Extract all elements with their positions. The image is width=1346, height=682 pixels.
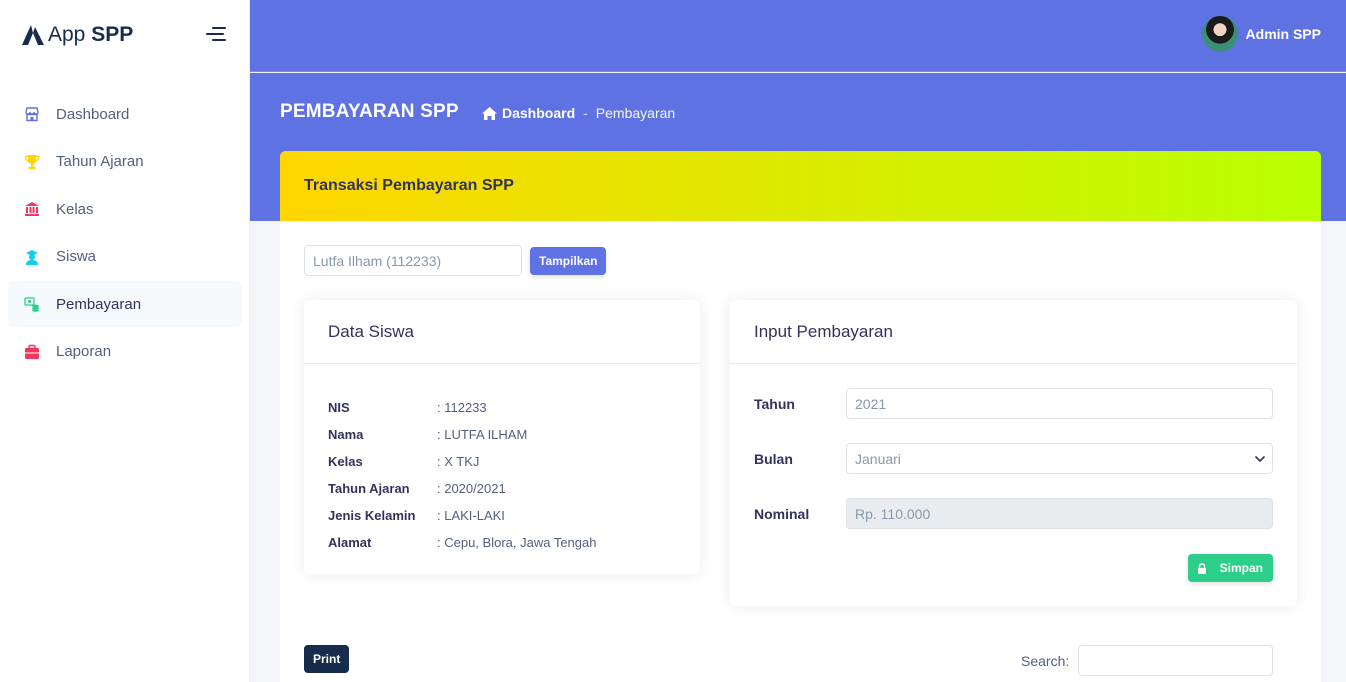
info-value: : Cepu, Blora, Jawa Tengah	[437, 535, 597, 550]
money-coins-icon	[23, 296, 40, 313]
student-data-panel: Data Siswa NIS : 112233 Nama : LUTFA ILHAM…	[304, 300, 700, 574]
student-search: Tampilkan	[304, 245, 607, 276]
info-row: NIS : 112233	[328, 394, 676, 421]
table-search-input[interactable]	[1078, 645, 1273, 676]
tahun-field[interactable]: 2021	[846, 388, 1273, 419]
save-button-label: Simpan	[1219, 561, 1263, 575]
breadcrumb: Dashboard - Pembayaran	[482, 105, 675, 121]
info-row: Nama : LUTFA ILHAM	[328, 421, 676, 448]
breadcrumb-current: Pembayaran	[595, 105, 676, 121]
info-row: Alamat : Cepu, Blora, Jawa Tengah	[328, 529, 676, 556]
save-button[interactable]: Simpan	[1187, 554, 1273, 582]
sidebar-item-dashboard[interactable]: Dashboard	[8, 91, 242, 137]
info-value: : LUTFA ILHAM	[437, 427, 528, 442]
trophy-icon	[23, 153, 40, 170]
breadcrumb-separator: -	[583, 105, 588, 121]
user-menu[interactable]: Admin SPP	[1201, 16, 1321, 52]
user-name: Admin SPP	[1245, 26, 1321, 42]
student-info-table: NIS : 112233 Nama : LUTFA ILHAM Kelas : X T…	[304, 364, 700, 556]
avatar	[1201, 16, 1238, 52]
info-key: Kelas	[328, 454, 363, 469]
nominal-label: Nominal	[754, 505, 810, 522]
nominal-field: Rp. 110.000	[846, 498, 1273, 529]
card-header: Transaksi Pembayaran SPP	[280, 151, 1321, 221]
lock-icon	[1197, 562, 1207, 574]
sidebar-item-pembayaran[interactable]: Pembayaran	[8, 281, 242, 328]
form-row-tahun: Tahun 2021	[754, 388, 1273, 419]
sidebar-item-label: Dashboard	[56, 105, 130, 123]
home-icon	[482, 106, 497, 120]
sidebar-item-kelas[interactable]: Kelas	[8, 186, 242, 232]
logo-icon	[22, 25, 44, 45]
bulan-label: Bulan	[754, 450, 793, 467]
payment-input-title: Input Pembayaran	[730, 300, 1297, 364]
info-value: : X TKJ	[437, 454, 480, 469]
sidebar-item-label: Kelas	[56, 200, 94, 218]
bulan-value: Januari	[855, 450, 901, 467]
transaction-card: Transaksi Pembayaran SPP Tampilkan Data …	[280, 151, 1321, 682]
form-row-bulan: Bulan Januari	[754, 443, 1273, 474]
table-search-label: Search:	[1021, 653, 1070, 669]
brand[interactable]: App SPP	[22, 22, 133, 48]
chevron-down-icon	[1254, 455, 1266, 462]
breadcrumb-home[interactable]: Dashboard	[482, 105, 575, 121]
info-key: Jenis Kelamin	[328, 508, 416, 523]
sidebar-item-laporan[interactable]: Laporan	[8, 329, 242, 375]
sidebar-item-siswa[interactable]: Siswa	[8, 234, 242, 280]
info-value: : 112233	[437, 400, 487, 415]
student-icon	[23, 248, 40, 265]
student-select-input[interactable]	[304, 245, 522, 276]
info-value: : 2020/2021	[437, 481, 506, 496]
info-row: Jenis Kelamin : LAKI-LAKI	[328, 502, 676, 529]
sidebar-item-label: Siswa	[56, 248, 97, 266]
tahun-value: 2021	[855, 395, 887, 412]
top-navbar: Admin SPP	[250, 0, 1346, 72]
sidebar: App SPP Dashboard Tahun Ajaran Kelas Sis…	[0, 0, 250, 682]
sidebar-item-tahun-ajaran[interactable]: Tahun Ajaran	[8, 139, 242, 185]
form-row-nominal: Nominal Rp. 110.000	[754, 498, 1273, 529]
briefcase-icon	[23, 343, 40, 360]
sidebar-item-label: Tahun Ajaran	[56, 153, 144, 171]
nominal-value: Rp. 110.000	[855, 505, 931, 522]
info-key: Tahun Ajaran	[328, 481, 410, 496]
info-row: Tahun Ajaran : 2020/2021	[328, 475, 676, 502]
tahun-label: Tahun	[754, 395, 795, 412]
info-row: Kelas : X TKJ	[328, 448, 676, 475]
bulan-select[interactable]: Januari	[846, 443, 1273, 474]
info-key: Nama	[328, 427, 364, 442]
payment-input-panel: Input Pembayaran Tahun 2021 Bulan Januar…	[730, 300, 1297, 606]
sidebar-item-label: Pembayaran	[56, 295, 142, 313]
building-icon	[23, 201, 40, 218]
info-value: : LAKI-LAKI	[437, 508, 505, 523]
info-key: Alamat	[328, 535, 372, 550]
sidenav-toggle-icon[interactable]	[206, 27, 226, 43]
print-button[interactable]: Print	[304, 645, 350, 673]
sidebar-item-label: Laporan	[56, 343, 112, 361]
show-button[interactable]: Tampilkan	[530, 246, 607, 275]
payment-form: Tahun 2021 Bulan Januari Nominal Rp. 110…	[730, 364, 1297, 582]
info-key: NIS	[328, 400, 350, 415]
page-title: PEMBAYARAN SPP	[280, 101, 459, 122]
shop-icon	[23, 106, 40, 123]
breadcrumb-home-label: Dashboard	[502, 105, 576, 121]
sidebar-nav: Dashboard Tahun Ajaran Kelas Siswa Pemba…	[8, 91, 242, 377]
student-data-title: Data Siswa	[304, 300, 700, 364]
brand-name: App SPP	[48, 23, 134, 46]
card-title: Transaksi Pembayaran SPP	[304, 177, 514, 194]
